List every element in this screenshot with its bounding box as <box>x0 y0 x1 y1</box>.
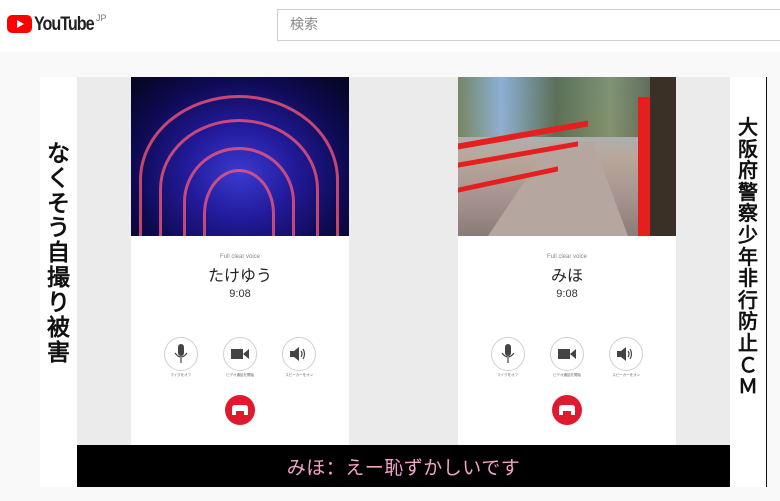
microphone-icon <box>174 344 188 363</box>
video-call-button[interactable]: ビデオ通話を開始 <box>549 337 585 377</box>
title-char: Ｍ <box>738 374 758 399</box>
logo-region-code: JP <box>96 13 107 23</box>
title-char: Ｃ <box>738 352 758 377</box>
title-char: 非 <box>738 266 758 291</box>
title-char: 被 <box>47 314 70 341</box>
youtube-play-icon <box>7 15 32 33</box>
bridge-pillar <box>650 77 676 236</box>
mute-button[interactable]: マイクをオフ <box>490 337 526 377</box>
left-title-panel: な く そ う 自 撮 り 被 害 <box>40 77 77 487</box>
video-camera-icon <box>230 349 249 359</box>
bridge-post <box>638 97 650 236</box>
speaker-icon <box>290 347 306 361</box>
title-char: 阪 <box>738 136 758 161</box>
masthead: YouTube JP <box>0 0 780 52</box>
illumination-tunnel-photo <box>131 77 349 236</box>
video-player[interactable]: な く そ う 自 撮 り 被 害 Full clear voice たけゆう … <box>40 77 767 487</box>
mute-label: マイクをオフ <box>497 373 519 377</box>
end-call-icon <box>232 405 248 415</box>
title-char: 行 <box>738 287 758 312</box>
video-call-label: ビデオ通話を開始 <box>552 373 581 377</box>
title-char: な <box>47 141 70 167</box>
end-call-icon <box>559 405 575 415</box>
title-char: 止 <box>738 330 758 355</box>
caller-name: たけゆう <box>207 266 272 285</box>
call-subtitle: Full clear voice <box>546 254 587 260</box>
title-char: そ <box>47 190 70 217</box>
title-char: 察 <box>738 201 758 226</box>
red-bridge-photo <box>458 77 676 236</box>
title-char: 自 <box>47 240 70 267</box>
mute-label: マイクをオフ <box>170 373 192 377</box>
search-input[interactable] <box>278 10 780 40</box>
call-time: 9:08 <box>229 288 251 300</box>
speaker-label: スピーカーをオン <box>612 373 641 377</box>
subtitle-bar: みほ：えー恥ずかしいです <box>77 445 730 487</box>
title-char: 害 <box>47 339 70 366</box>
title-char: 大 <box>738 115 758 139</box>
speaker-icon <box>617 347 633 361</box>
right-title-panel: 大 阪 府 警 察 少 年 非 行 防 止 Ｃ Ｍ <box>730 77 767 487</box>
mute-button[interactable]: マイクをオフ <box>163 337 199 377</box>
call-screen-takeyu: Full clear voice たけゆう 9:08 マイクをオフ ビデオ通話を… <box>131 77 349 445</box>
video-call-button[interactable]: ビデオ通話を開始 <box>222 337 258 377</box>
end-call-button[interactable] <box>225 395 255 425</box>
title-char: 年 <box>738 244 758 269</box>
end-call-button[interactable] <box>552 395 582 425</box>
logo-text: YouTube <box>34 14 95 35</box>
call-screen-miho: Full clear voice みほ 9:08 マイクをオフ ビデオ通話を開始… <box>458 77 676 445</box>
speaker-button[interactable]: スピーカーをオン <box>608 337 644 377</box>
title-char: う <box>47 215 70 242</box>
title-char: 府 <box>738 158 758 183</box>
call-time: 9:08 <box>556 288 578 300</box>
speaker-button[interactable]: スピーカーをオン <box>281 337 317 377</box>
video-camera-icon <box>557 349 576 359</box>
title-char: 防 <box>738 309 758 334</box>
caller-name: みほ <box>550 266 583 285</box>
subtitle-text: みほ：えー恥ずかしいです <box>286 456 521 479</box>
youtube-logo[interactable]: YouTube JP <box>7 13 107 36</box>
video-call-label: ビデオ通話を開始 <box>225 373 254 377</box>
title-char: 少 <box>738 222 758 247</box>
title-char: 撮 <box>47 265 70 292</box>
search-box[interactable] <box>277 9 780 41</box>
title-char: く <box>47 165 70 192</box>
call-subtitle: Full clear voice <box>219 254 260 260</box>
speaker-label: スピーカーをオン <box>285 373 314 377</box>
title-char: り <box>47 289 70 316</box>
left-vertical-title: な く そ う 自 撮 り 被 害 <box>40 142 77 365</box>
right-vertical-title: 大 阪 府 警 察 少 年 非 行 防 止 Ｃ Ｍ <box>730 115 766 399</box>
title-char: 警 <box>738 179 758 204</box>
microphone-icon <box>501 344 515 363</box>
